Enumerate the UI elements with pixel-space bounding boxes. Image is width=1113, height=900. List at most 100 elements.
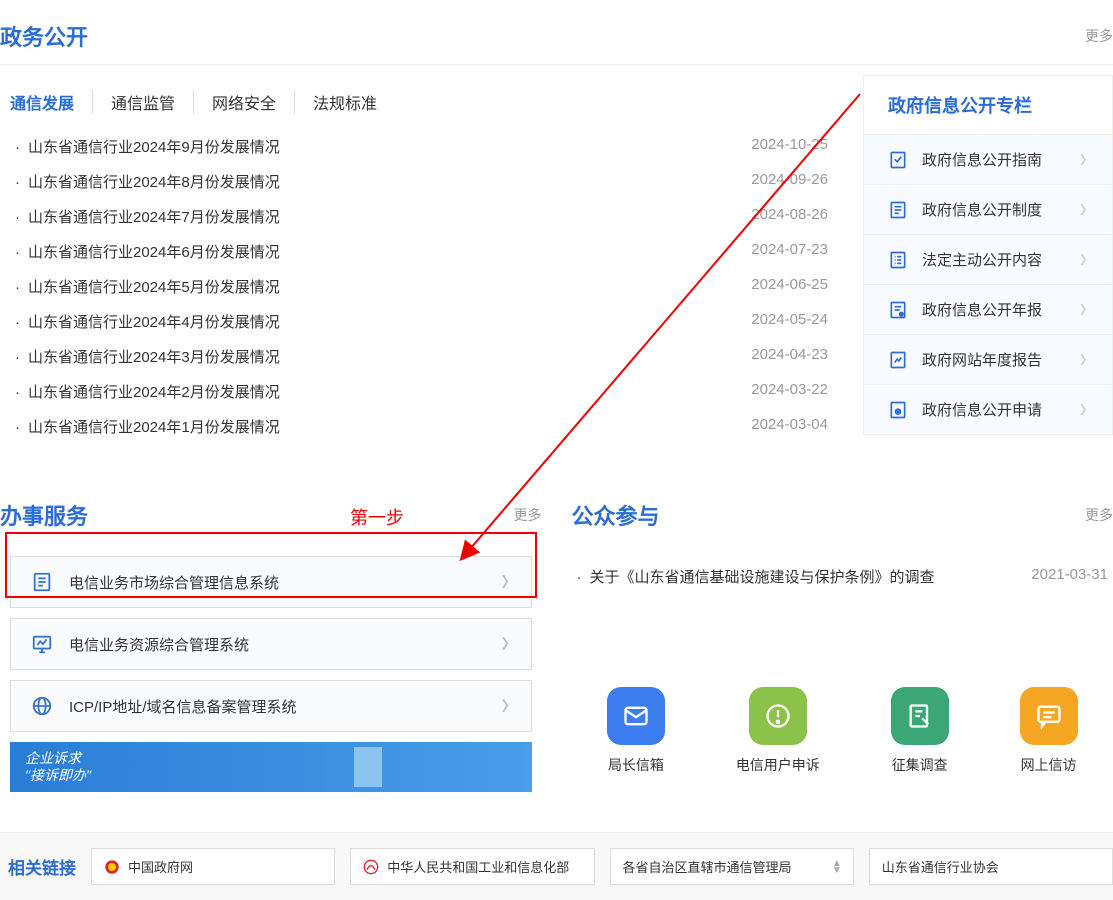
service-btn-telecom-resource[interactable]: 电信业务资源综合管理系统 〉〉: [10, 618, 532, 670]
news-date: 2024-03-04: [751, 416, 828, 437]
sidebar-title: 政府信息公开专栏: [864, 76, 1112, 135]
sidebar-item-guide[interactable]: 政府信息公开指南 〉〉: [864, 135, 1112, 185]
news-title: 山东省通信行业2024年8月份发展情况: [15, 171, 280, 192]
section-title: 政务公开: [0, 20, 88, 52]
related-links: 相关链接 中国政府网 中华人民共和国工业和信息化部 各省自治区直辖市通信管理局 …: [0, 832, 1113, 900]
news-item[interactable]: 山东省通信行业2024年9月份发展情况 2024-10-25: [10, 129, 833, 164]
news-title: 山东省通信行业2024年3月份发展情况: [15, 346, 280, 367]
grid-mailbox[interactable]: 局长信箱: [607, 687, 665, 775]
chevron-right-icon: 〉〉: [1080, 351, 1088, 368]
participation-item-title: 关于《山东省通信基础设施建设与保护条例》的调查: [577, 566, 935, 587]
news-date: 2024-04-23: [751, 346, 828, 367]
sidebar-label: 政府信息公开申请: [922, 399, 1080, 420]
link-text: 山东省通信行业协会: [882, 857, 1100, 876]
news-title: 山东省通信行业2024年6月份发展情况: [15, 241, 280, 262]
sidebar-label: 政府信息公开指南: [922, 149, 1080, 170]
news-date: 2024-09-26: [751, 171, 828, 192]
news-item[interactable]: 山东省通信行业2024年7月份发展情况 2024-08-26: [10, 199, 833, 234]
chevron-right-icon: 〉〉: [1080, 301, 1088, 318]
news-date: 2024-08-26: [751, 206, 828, 227]
sidebar-item-system[interactable]: 政府信息公开制度 〉〉: [864, 185, 1112, 235]
service-label: ICP/IP地址/域名信息备案管理系统: [69, 696, 502, 717]
news-item[interactable]: 山东省通信行业2024年6月份发展情况 2024-07-23: [10, 234, 833, 269]
service-btn-telecom-market[interactable]: 电信业务市场综合管理信息系统 〉〉: [10, 556, 532, 608]
news-item[interactable]: 山东省通信行业2024年2月份发展情况 2024-03-22: [10, 374, 833, 409]
grid-survey[interactable]: 征集调查: [891, 687, 949, 775]
news-date: 2024-10-25: [751, 136, 828, 157]
sidebar-label: 法定主动公开内容: [922, 249, 1080, 270]
grid-label: 征集调查: [892, 755, 948, 775]
emblem-icon: [104, 859, 120, 875]
link-select-gov[interactable]: 中国政府网: [91, 848, 335, 885]
news-item[interactable]: 山东省通信行业2024年5月份发展情况2024-06-25: [10, 269, 833, 304]
grid-label: 局长信箱: [608, 755, 664, 775]
chevron-right-icon: 〉〉: [1080, 401, 1088, 418]
participation-section: 公众参与 更多 关于《山东省通信基础设施建设与保护条例》的调查 2021-03-…: [572, 484, 1113, 802]
service-label: 电信业务市场综合管理信息系统: [69, 572, 502, 593]
grid-label: 电信用户申诉: [736, 755, 820, 775]
chevron-right-icon: 〉〉: [1080, 151, 1088, 168]
chevron-right-icon: 〉〉: [1080, 201, 1088, 218]
links-label: 相关链接: [0, 854, 76, 879]
link-select-assoc[interactable]: 山东省通信行业协会: [869, 848, 1113, 885]
tab-comm-reg[interactable]: 通信监管: [93, 90, 194, 114]
gov-info-sidebar: 政府信息公开专栏 政府信息公开指南 〉〉 政府信息公开制度 〉〉 法定主动公开内…: [863, 75, 1113, 435]
participation-more[interactable]: 更多: [1085, 505, 1113, 525]
link-text: 中国政府网: [128, 857, 322, 876]
participation-grid: 局长信箱 电信用户申诉 征集调查 网上信访: [572, 687, 1113, 775]
document-chart-icon: [888, 350, 908, 370]
sidebar-label: 政府信息公开制度: [922, 199, 1080, 220]
news-date: 2024-05-24: [751, 311, 828, 332]
grid-petition[interactable]: 网上信访: [1020, 687, 1078, 775]
news-title: 山东省通信行业2024年2月份发展情况: [15, 381, 280, 402]
participation-item-date: 2021-03-31: [1031, 566, 1108, 587]
alert-icon: [749, 687, 807, 745]
chevron-right-icon: 〉〉: [502, 572, 511, 592]
chevron-right-icon: 〉〉: [502, 634, 511, 654]
service-label: 电信业务资源综合管理系统: [69, 634, 502, 655]
grid-complaint[interactable]: 电信用户申诉: [736, 687, 820, 775]
news-item[interactable]: 山东省通信行业2024年4月份发展情况2024-05-24: [10, 304, 833, 339]
sidebar-item-web-report[interactable]: 政府网站年度报告 〉〉: [864, 335, 1112, 385]
edit-icon: [891, 687, 949, 745]
document-lines-icon: [888, 200, 908, 220]
presentation-icon: [31, 633, 53, 655]
sidebar-item-apply[interactable]: 政府信息公开申请 〉〉: [864, 385, 1112, 434]
services-title: 办事服务: [0, 499, 88, 531]
participation-title: 公众参与: [572, 499, 660, 531]
tab-net-sec[interactable]: 网络安全: [194, 90, 295, 114]
tab-comm-dev[interactable]: 通信发展: [10, 90, 93, 114]
enterprise-banner[interactable]: 企业诉求 "接诉即办": [10, 742, 532, 792]
grid-label: 网上信访: [1021, 755, 1077, 775]
sidebar-item-annual[interactable]: 政府信息公开年报 〉〉: [864, 285, 1112, 335]
sidebar-label: 政府信息公开年报: [922, 299, 1080, 320]
document-gear-icon: [888, 400, 908, 420]
more-link[interactable]: 更多: [1085, 26, 1113, 46]
tab-law-std[interactable]: 法规标准: [295, 90, 395, 114]
service-btn-icp[interactable]: ICP/IP地址/域名信息备案管理系统 〉〉: [10, 680, 532, 732]
www-icon: [31, 695, 53, 717]
chevron-right-icon: 〉〉: [1080, 251, 1088, 268]
participation-item[interactable]: 关于《山东省通信基础设施建设与保护条例》的调查 2021-03-31: [572, 546, 1113, 597]
gov-disclosure-header: 政务公开 更多: [0, 0, 1113, 65]
document-plus-icon: [888, 300, 908, 320]
news-item[interactable]: 山东省通信行业2024年1月份发展情况 2024-03-04: [10, 409, 833, 444]
news-tabs: 通信发展 通信监管 网络安全 法规标准: [0, 75, 833, 124]
news-title: 山东省通信行业2024年7月份发展情况: [15, 206, 280, 227]
services-more[interactable]: 更多: [514, 505, 542, 525]
link-text: 中华人民共和国工业和信息化部: [387, 857, 581, 876]
miit-icon: [363, 859, 379, 875]
list-icon: [888, 250, 908, 270]
news-date: 2024-07-23: [751, 241, 828, 262]
updown-icon: ▲▼: [832, 860, 841, 874]
link-select-provinces[interactable]: 各省自治区直辖市通信管理局 ▲▼: [610, 848, 854, 885]
document-icon: [31, 571, 53, 593]
news-item[interactable]: 山东省通信行业2024年3月份发展情况 2024-04-23: [10, 339, 833, 374]
chevron-right-icon: 〉〉: [502, 696, 511, 716]
news-item[interactable]: 山东省通信行业2024年8月份发展情况 2024-09-26: [10, 164, 833, 199]
news-title: 山东省通信行业2024年9月份发展情况: [15, 136, 280, 157]
news-title: 山东省通信行业2024年1月份发展情况: [15, 416, 280, 437]
link-select-miit[interactable]: 中华人民共和国工业和信息化部: [350, 848, 594, 885]
news-date: 2024-03-22: [751, 381, 828, 402]
sidebar-item-legal[interactable]: 法定主动公开内容 〉〉: [864, 235, 1112, 285]
